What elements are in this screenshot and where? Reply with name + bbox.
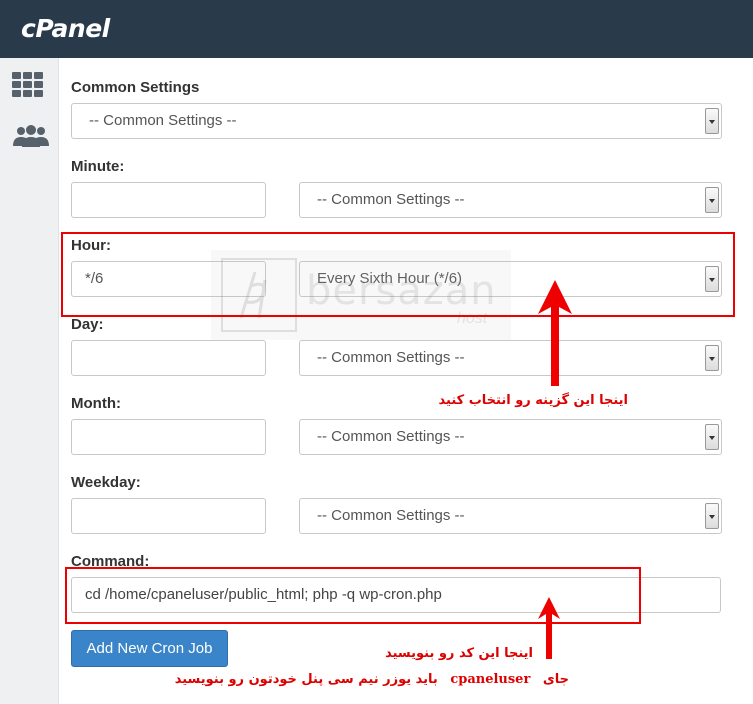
chevron-down-icon: [705, 424, 719, 450]
weekday-label: Weekday:: [71, 474, 141, 491]
chevron-down-icon: [705, 108, 719, 134]
month-label: Month:: [71, 395, 121, 412]
weekday-input[interactable]: [71, 498, 266, 534]
user-annotation-username: cpaneluser: [450, 672, 531, 687]
top-bar: cPanel: [0, 0, 753, 58]
minute-select[interactable]: -- Common Settings --: [299, 182, 722, 218]
hour-annotation: اینجا این گزینه رو انتخاب کنید: [438, 393, 628, 408]
user-annotation-text: باید یوزر نیم سی پنل خودتون رو بنویسید: [174, 672, 438, 687]
day-select[interactable]: -- Common Settings --: [299, 340, 722, 376]
minute-input[interactable]: [71, 182, 266, 218]
chevron-down-icon: [705, 503, 719, 529]
minute-label: Minute:: [71, 158, 125, 175]
user-annotation: باید یوزر نیم سی پنل خودتون رو بنویسید c…: [175, 672, 569, 687]
chevron-down-icon: [705, 187, 719, 213]
day-label: Day:: [71, 316, 104, 333]
user-annotation-prefix: جای: [542, 672, 569, 687]
day-input[interactable]: [71, 340, 266, 376]
month-select-value: -- Common Settings --: [317, 428, 465, 445]
minute-select-value: -- Common Settings --: [317, 191, 465, 208]
hour-highlight-box: [61, 232, 735, 317]
common-settings-label: Common Settings: [71, 79, 200, 96]
weekday-select-value: -- Common Settings --: [317, 507, 465, 524]
add-cron-job-button[interactable]: Add New Cron Job: [71, 630, 228, 667]
day-select-value: -- Common Settings --: [317, 349, 465, 366]
month-select[interactable]: -- Common Settings --: [299, 419, 722, 455]
users-icon[interactable]: [12, 124, 50, 153]
weekday-select[interactable]: -- Common Settings --: [299, 498, 722, 534]
chevron-down-icon: [705, 345, 719, 371]
common-settings-value: -- Common Settings --: [89, 112, 237, 129]
common-settings-select[interactable]: -- Common Settings --: [71, 103, 722, 139]
grid-icon[interactable]: [12, 72, 44, 98]
month-input[interactable]: [71, 419, 266, 455]
command-annotation: اینجا این کد رو بنویسید: [385, 646, 533, 661]
command-arrow: [538, 597, 560, 659]
cpanel-logo[interactable]: cPanel: [21, 14, 110, 43]
hour-arrow: [538, 280, 572, 386]
sidebar: [0, 58, 59, 704]
